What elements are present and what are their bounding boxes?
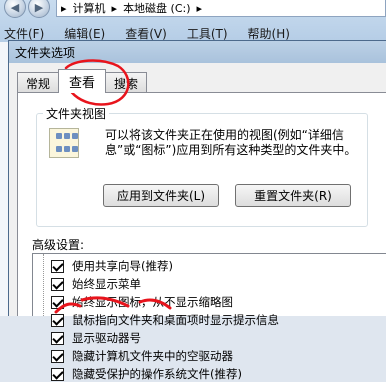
checkbox-checked-icon[interactable]	[51, 313, 64, 327]
checkbox-checked-icon[interactable]	[51, 295, 64, 309]
dialog-titlebar[interactable]: 文件夹选项	[9, 41, 386, 63]
advanced-settings-list[interactable]: 使用共享向导(推荐) 始终显示菜单 始终显示图标，从不显示缩略图 鼠标指向文件夹…	[32, 253, 386, 381]
setting-label: 使用共享向导(推荐)	[72, 259, 173, 273]
view-tab-panel: 文件夹视图 可以将该文件夹正在使用的视图(例如“详细信息”或“图标”)应用到所有…	[17, 92, 386, 381]
setting-label: 显示驱动器号	[72, 331, 141, 345]
back-arrow-icon: ◀	[10, 0, 20, 14]
tab-search-label: 搜索	[114, 76, 139, 91]
tab-search[interactable]: 搜索	[105, 72, 148, 93]
checkbox-checked-icon[interactable]	[51, 259, 64, 273]
checkbox-checked-icon[interactable]	[51, 331, 64, 345]
setting-label: 始终显示菜单	[72, 277, 141, 291]
setting-hide-empty-drives[interactable]: 隐藏计算机文件夹中的空驱动器	[51, 348, 233, 364]
checkbox-checked-icon[interactable]	[51, 277, 64, 291]
setting-show-popup-info[interactable]: 鼠标指向文件夹和桌面项时显示提示信息	[51, 312, 279, 328]
setting-always-show-icons[interactable]: 始终显示图标，从不显示缩略图	[51, 294, 233, 310]
folder-views-group: 文件夹视图 可以将该文件夹正在使用的视图(例如“详细信息”或“图标”)应用到所有…	[36, 105, 368, 227]
explorer-toolbar: ◀ ▶ ▸ 计算机 ▸ 本地磁盘 (C:) ▸ 文件(F) 编辑(E) 查看(V…	[0, 0, 386, 42]
breadcrumb-separator-icon: ▸	[111, 1, 118, 15]
setting-show-drive-letters[interactable]: 显示驱动器号	[51, 330, 141, 346]
forward-arrow-icon: ▶	[34, 0, 44, 14]
breadcrumb-separator-icon: ▸	[61, 1, 67, 15]
tree-connector-line	[43, 254, 44, 316]
setting-label: 始终显示图标，从不显示缩略图	[72, 295, 233, 309]
folder-view-icon	[49, 128, 79, 158]
tab-view[interactable]: 查看	[58, 69, 107, 93]
back-button[interactable]: ◀	[4, 0, 26, 18]
setting-always-show-menus[interactable]: 始终显示菜单	[51, 276, 141, 292]
dialog-client: 常规 查看 搜索 文件夹视图 可以将该文件夹正在使用的视图(例如“详细信息”或“…	[9, 63, 386, 381]
tab-general-label: 常规	[26, 76, 51, 91]
checkbox-checked-icon[interactable]	[51, 367, 64, 381]
address-bar[interactable]: ▸ 计算机 ▸ 本地磁盘 (C:) ▸	[56, 0, 386, 17]
breadcrumb-local-disk[interactable]: 本地磁盘 (C:)	[123, 0, 190, 16]
setting-sharing-wizard[interactable]: 使用共享向导(推荐)	[51, 258, 173, 274]
tab-strip: 常规 查看 搜索	[17, 69, 148, 93]
tab-general[interactable]: 常规	[17, 72, 60, 93]
apply-to-folders-button[interactable]: 应用到文件夹(L)	[103, 184, 219, 207]
folder-options-dialog: 文件夹选项 常规 查看 搜索 文件夹视图 可以将该文件夹正在使用的视图(例如“详…	[8, 40, 386, 381]
breadcrumb-computer[interactable]: 计算机	[73, 0, 106, 16]
folder-views-description: 可以将该文件夹正在使用的视图(例如“详细信息”或“图标”)应用到所有这种类型的文…	[105, 128, 357, 157]
setting-label: 鼠标指向文件夹和桌面项时显示提示信息	[72, 313, 279, 327]
breadcrumb-separator-icon: ▸	[196, 1, 203, 15]
tab-view-label: 查看	[69, 76, 96, 91]
reset-folders-button[interactable]: 重置文件夹(R)	[235, 184, 351, 207]
checkbox-checked-icon[interactable]	[51, 349, 64, 363]
forward-button[interactable]: ▶	[28, 0, 50, 18]
setting-label: 隐藏计算机文件夹中的空驱动器	[72, 349, 233, 363]
folder-views-legend: 文件夹视图	[43, 105, 110, 122]
setting-label: 隐藏受保护的操作系统文件(推荐)	[72, 367, 242, 381]
dialog-title: 文件夹选项	[15, 45, 76, 60]
setting-hide-protected-os-files[interactable]: 隐藏受保护的操作系统文件(推荐)	[51, 366, 242, 382]
advanced-settings-label: 高级设置:	[32, 238, 85, 252]
